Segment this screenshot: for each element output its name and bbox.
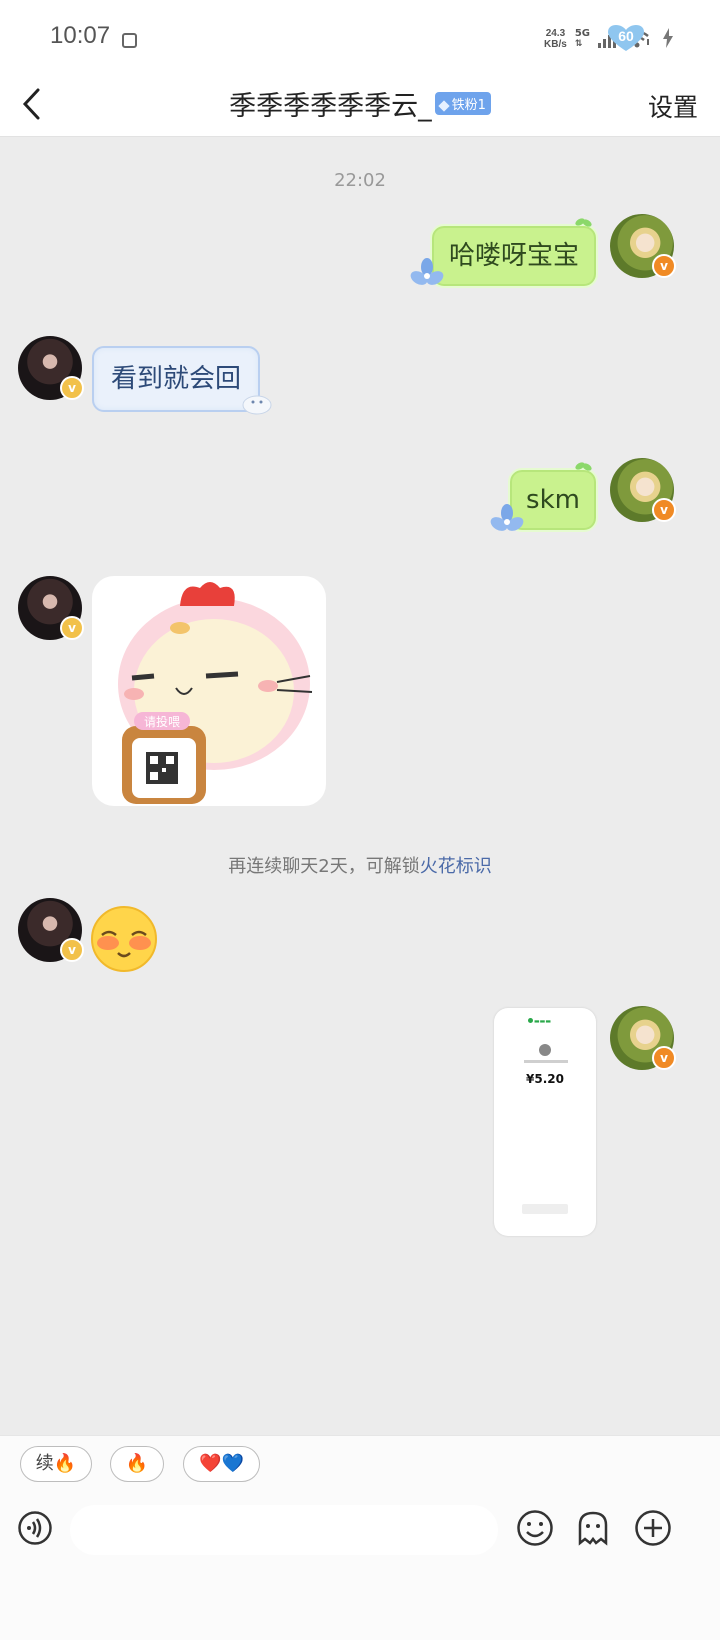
receipt-text-line — [524, 1060, 568, 1063]
verified-badge-icon: v — [652, 254, 676, 278]
status-bar: 10:07 24.3 KB/s 5G ⇅ 60 — [0, 0, 720, 74]
payment-screenshot-message[interactable]: ▬▬▬ ¥5.20 — [494, 1008, 596, 1236]
message-timestamp: 22:02 — [334, 170, 386, 191]
receipt-header-bar: ▬▬▬ — [534, 1018, 552, 1025]
sticker-icon[interactable] — [574, 1509, 612, 1547]
my-avatar[interactable]: v — [610, 458, 676, 522]
emoji-icon[interactable] — [516, 1509, 554, 1547]
my-avatar[interactable]: v — [610, 214, 676, 278]
receipt-amount: ¥5.20 — [526, 1072, 564, 1086]
verified-badge-icon: v — [60, 616, 84, 640]
quick-reply-chip[interactable]: 🔥 — [110, 1446, 164, 1482]
add-plus-icon[interactable] — [634, 1509, 672, 1547]
message-bubble-me[interactable]: 哈喽呀宝宝 — [430, 224, 598, 288]
chat-title-area[interactable]: 季季季季季季云_ 铁粉1 — [0, 84, 720, 123]
sticker-message[interactable]: 请投喂 — [92, 576, 326, 806]
payer-avatar — [539, 1044, 551, 1056]
flower-decoration-icon — [410, 258, 444, 285]
charging-icon — [663, 28, 673, 48]
message-input[interactable] — [70, 1505, 498, 1555]
battery-icon: 60 — [606, 24, 646, 52]
contact-avatar[interactable]: v — [18, 336, 84, 400]
message-bubble-other[interactable]: 看到就会回 — [92, 346, 260, 412]
verified-badge-icon: v — [652, 1046, 676, 1070]
cat-sticker-image: 请投喂 — [118, 582, 313, 804]
system-note: 再连续聊天2天，可解锁火花标识 — [228, 856, 492, 877]
quick-reply-bar: 续🔥 🔥 ❤️💙 — [0, 1435, 720, 1494]
network-type: 5G ⇅ — [574, 28, 590, 49]
flower-decoration-icon — [490, 504, 524, 531]
cloud-decoration-icon — [242, 395, 272, 415]
quick-reply-chip[interactable]: 续🔥 — [20, 1446, 92, 1482]
input-bar — [0, 1493, 720, 1640]
settings-button[interactable]: 设置 — [648, 88, 698, 124]
voice-input-icon[interactable] — [18, 1511, 52, 1545]
leaf-decoration-icon — [575, 218, 592, 227]
diamond-icon — [437, 99, 450, 112]
contact-avatar[interactable]: v — [18, 576, 84, 640]
svg-text:请投喂: 请投喂 — [144, 714, 180, 729]
quick-reply-chip[interactable]: ❤️💙 — [183, 1446, 260, 1482]
contact-avatar[interactable]: v — [18, 898, 84, 962]
fan-badge: 铁粉1 — [434, 92, 491, 115]
leaf-decoration-icon — [575, 462, 592, 471]
status-time: 10:07 — [50, 22, 111, 49]
contact-name: 季季季季季季云_ — [229, 91, 432, 122]
blushing-emoji-icon[interactable] — [90, 905, 158, 973]
verified-badge-icon: v — [60, 938, 84, 962]
verified-badge-icon: v — [60, 376, 84, 400]
verified-badge-icon: v — [652, 498, 676, 522]
receipt-button — [522, 1204, 568, 1214]
my-avatar[interactable]: v — [610, 1006, 676, 1070]
wechat-pay-icon — [528, 1018, 533, 1023]
sim-card-icon — [122, 33, 137, 48]
network-speed: 24.3 KB/s — [544, 28, 567, 50]
spark-mark-link[interactable]: 火花标识 — [420, 856, 492, 877]
chat-header: 季季季季季季云_ 铁粉1 设置 — [0, 74, 720, 137]
